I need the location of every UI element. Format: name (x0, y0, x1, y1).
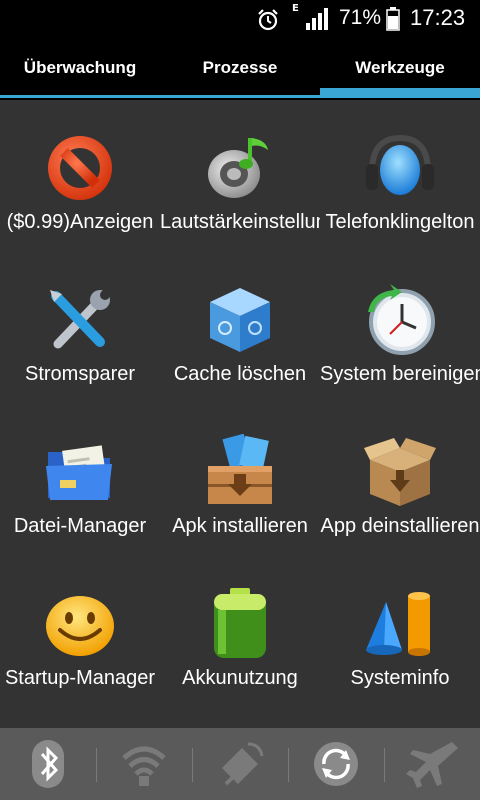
tool-file-manager[interactable]: Datei-Manager (0, 404, 160, 556)
tool-uninstall-app[interactable]: App deinstallieren (320, 404, 480, 556)
tool-label: Stromsparer (24, 363, 136, 385)
headphones-icon (366, 134, 434, 195)
tab-uberwachung[interactable]: Überwachung (0, 38, 160, 97)
gps-icon[interactable] (212, 738, 268, 790)
network-type: E (292, 3, 299, 14)
battery-icon (386, 7, 400, 31)
tool-clear-cache[interactable]: Cache löschen (160, 252, 320, 404)
tool-label: Akkunutzung (182, 667, 298, 689)
tool-label: Cache löschen (173, 363, 307, 385)
tool-install-apk[interactable]: Apk installieren (160, 404, 320, 556)
open-box-icon (364, 438, 436, 506)
tool-label: Startup-Manager (4, 667, 156, 689)
tool-ringtone[interactable]: Telefonklingelton (320, 100, 480, 252)
tool-label: Telefonklingelton (325, 211, 475, 233)
tool-label: ($0.99)Anzeigen (6, 211, 154, 233)
folder-icon (46, 445, 112, 500)
tool-volume-settings[interactable]: Lautstärkeinstellungen (160, 100, 320, 252)
clock-time: 17:23 (410, 5, 466, 30)
signal-icon (306, 8, 328, 30)
alarm-icon (258, 9, 278, 31)
tool-system-cleanup[interactable]: System bereinigen (320, 252, 480, 404)
battery-percent: 71% (339, 6, 382, 29)
clock-icon (368, 284, 435, 355)
tool-power-saver[interactable]: Stromsparer (0, 252, 160, 404)
tool-label: Apk installieren (172, 515, 308, 537)
airplane-icon[interactable] (404, 738, 460, 790)
toggle-separator (96, 748, 97, 782)
tab-prozesse[interactable]: Prozesse (160, 38, 320, 97)
sync-icon[interactable] (308, 738, 364, 790)
cache-box-icon (210, 288, 270, 352)
tools-icon (50, 290, 110, 349)
wifi-icon[interactable] (116, 738, 172, 790)
tool-label: App deinstallieren (320, 515, 480, 537)
toggle-separator (288, 748, 289, 782)
smiley-icon (46, 596, 114, 656)
tab-bar: Überwachung Prozesse Werkzeuge (0, 38, 480, 100)
tool-remove-ads[interactable]: ($0.99)Anzeigen (0, 100, 160, 252)
tool-label: Systeminfo (350, 667, 450, 689)
tool-label: Datei-Manager (13, 515, 147, 537)
toggle-separator (192, 748, 193, 782)
tools-grid: ($0.99)Anzeigen Lautstärkeinstellungen T… (0, 100, 480, 728)
quick-toggle-bar (0, 728, 480, 800)
volume-icon (208, 138, 268, 198)
tool-system-info[interactable]: Systeminfo (320, 556, 480, 708)
tool-label: Lautstärkeinstellungen (160, 211, 320, 233)
apk-install-icon (208, 434, 272, 504)
status-bar: E 71% 17:23 (0, 0, 480, 38)
shapes-icon (366, 592, 430, 656)
no-ads-icon (48, 136, 112, 200)
tool-battery-usage[interactable]: Akkunutzung (160, 556, 320, 708)
bluetooth-icon[interactable] (20, 738, 76, 790)
tool-startup-manager[interactable]: Startup-Manager (0, 556, 160, 708)
battery-usage-icon (214, 588, 266, 658)
toggle-separator (384, 748, 385, 782)
tool-label: System bereinigen (320, 363, 480, 385)
active-tab-indicator (320, 88, 480, 98)
